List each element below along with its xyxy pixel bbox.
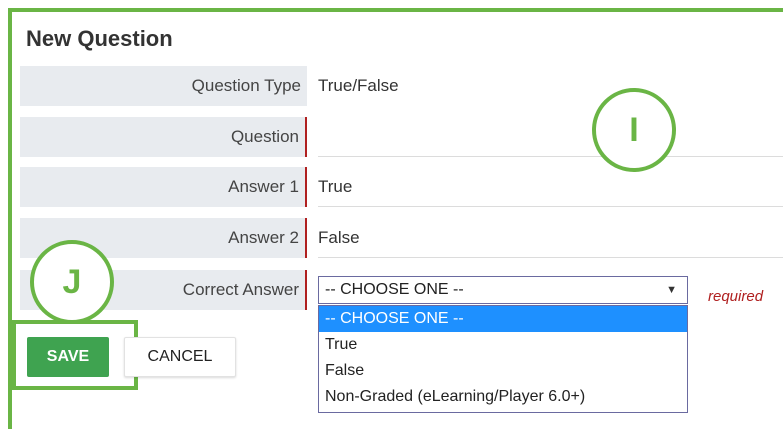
answer2-input[interactable]: False	[318, 218, 783, 258]
dropdown-option-non-graded[interactable]: Non-Graded (eLearning/Player 6.0+)	[319, 384, 687, 410]
question-label: Question	[20, 117, 307, 157]
correct-answer-selected: -- CHOOSE ONE --	[325, 281, 464, 298]
dropdown-arrow-icon: ▼	[666, 284, 677, 296]
correct-answer-dropdown-list: -- CHOOSE ONE -- True False Non-Graded (…	[318, 305, 688, 413]
answer2-row: Answer 2 False	[20, 218, 783, 258]
required-note: required	[708, 288, 764, 305]
callout-j: J	[30, 240, 114, 324]
answer1-input[interactable]: True	[318, 167, 783, 207]
dropdown-option-choose-one[interactable]: -- CHOOSE ONE --	[319, 306, 687, 332]
dropdown-option-false[interactable]: False	[319, 358, 687, 384]
question-type-row: Question Type True/False	[20, 66, 783, 106]
question-type-label: Question Type	[20, 66, 307, 106]
cancel-button[interactable]: CANCEL	[124, 337, 236, 377]
correct-answer-select[interactable]: -- CHOOSE ONE -- ▼	[318, 276, 688, 304]
dropdown-option-true[interactable]: True	[319, 332, 687, 358]
callout-i: I	[592, 88, 676, 172]
save-button[interactable]: SAVE	[27, 337, 109, 377]
question-type-value: True/False	[318, 76, 399, 95]
answer1-label: Answer 1	[20, 167, 307, 207]
answer1-row: Answer 1 True	[20, 167, 783, 207]
question-input[interactable]	[318, 117, 783, 157]
form-title: New Question	[26, 26, 173, 51]
